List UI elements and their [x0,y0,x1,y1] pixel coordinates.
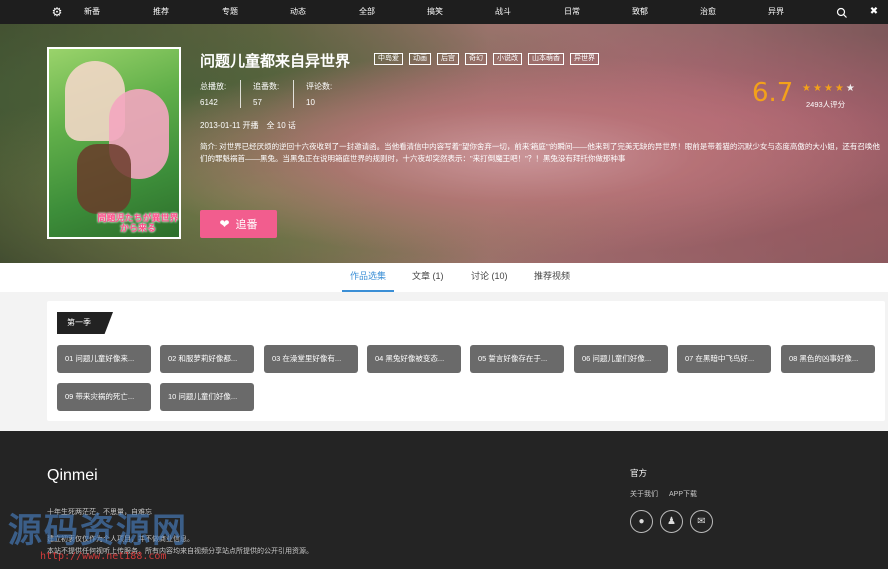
stat-value-plays: 6142 [200,98,218,107]
watermark-url: http://www.net188.com [40,551,167,562]
follow-button[interactable]: ❤ 追番 [200,210,277,238]
episode-button[interactable]: 07 在黑暗中飞鸟好... [677,345,771,373]
star-rating: ★★★★★ [802,83,857,94]
nav-item[interactable]: 动态 [290,6,306,18]
gear-icon[interactable]: ⚙ [51,6,63,18]
heart-icon: ❤ [219,217,230,231]
footer-link-app[interactable]: APP下载 [669,489,697,499]
poster-figure [77,144,131,214]
stat-label-comments: 评论数: [306,82,333,91]
stat-divider [293,80,294,108]
nav-item[interactable]: 专题 [222,6,238,18]
tag[interactable]: 异世界 [570,53,599,65]
tab-recommended[interactable]: 推荐视频 [534,269,570,282]
nav-item[interactable]: 全部 [359,6,375,18]
tag-list: 中岛爱 动画 后宫 奇幻 小说改 山本萌香 异世界 [374,53,599,65]
poster-logo: 問題児たちが異世界から来る [97,213,179,233]
rater-count: 2493人评分 [806,100,846,109]
footer-link-about[interactable]: 关于我们 [630,489,658,499]
stat-value-follows: 57 [253,98,262,107]
nav-item[interactable]: 治愈 [700,6,716,18]
stat-divider [240,80,241,108]
wechat-icon[interactable]: ● [630,510,653,533]
search-icon[interactable] [836,6,848,18]
tag[interactable]: 奇幻 [465,53,487,65]
episode-button[interactable]: 05 誓言好像存在于... [470,345,564,373]
tag[interactable]: 中岛爱 [374,53,403,65]
episode-button[interactable]: 01 问题儿童好像来... [57,345,151,373]
score: 6.7 [752,78,794,108]
season-label[interactable]: 第一季 [57,312,113,334]
follow-label: 追番 [235,219,258,231]
mail-icon[interactable]: ✉ [690,510,713,533]
air-date: 2013-01-11 开播 全 10 话 [200,121,296,130]
nav-item[interactable]: 推荐 [153,6,169,18]
tab-episodes[interactable]: 作品选集 [350,269,386,282]
footer-brand: Qinmei [47,467,98,484]
stat-value-comments: 10 [306,98,315,107]
tag[interactable]: 山本萌香 [528,53,564,65]
footer-official-title: 官方 [630,468,648,478]
nav-item[interactable]: 战斗 [495,6,511,18]
tag[interactable]: 动画 [409,53,431,65]
tab-discussion[interactable]: 讨论 (10) [471,269,508,282]
top-nav: ⚙ 新番 推荐 专题 动态 全部 搞笑 战斗 日常 致郁 治愈 异界 ✖ [0,0,888,24]
nav-item[interactable]: 异界 [768,6,784,18]
nav-item[interactable]: 搞笑 [427,6,443,18]
star-icon: ★ [823,83,835,94]
episode-button[interactable]: 03 在澡堂里好像有... [264,345,358,373]
nav-item[interactable]: 日常 [564,6,580,18]
half-star-icon: ★ [834,83,846,94]
anime-title: 问题儿童都来自异世界 [200,53,351,70]
star-icon: ★ [812,83,824,94]
nav-item[interactable]: 新番 [84,6,100,18]
nav-item[interactable]: 致郁 [632,6,648,18]
rabbit-icon[interactable]: ✖ [868,6,880,18]
tab-articles[interactable]: 文章 (1) [412,269,444,282]
episode-button[interactable]: 04 黑兔好像被变态... [367,345,461,373]
poster-image: 問題児たちが異世界から来る [47,47,181,239]
episode-button[interactable]: 10 问题儿童们好像... [160,383,254,411]
star-icon: ★ [845,83,857,94]
tag[interactable]: 小说改 [493,53,522,65]
episode-button[interactable]: 09 带来灾祸的死亡... [57,383,151,411]
tag[interactable]: 后宫 [437,53,459,65]
active-tab-indicator [342,290,394,292]
watermark: 源码资源网 [8,512,188,550]
tab-bar: 作品选集 文章 (1) 讨论 (10) 推荐视频 [0,263,888,292]
qq-icon[interactable]: ♟ [660,510,683,533]
description: 简介: 对世界已经厌烦的逆回十六夜收到了一封邀请函。当他看清信中内容写着"望你舍… [200,142,880,163]
star-icon: ★ [802,83,813,94]
stat-label-follows: 追番数: [253,82,280,91]
stat-label-plays: 总播放: [200,82,227,91]
episode-button[interactable]: 02 和服萝莉好像都... [160,345,254,373]
episode-button[interactable]: 08 黑色的凶事好像... [781,345,875,373]
episode-button[interactable]: 06 问题儿童们好像... [574,345,668,373]
